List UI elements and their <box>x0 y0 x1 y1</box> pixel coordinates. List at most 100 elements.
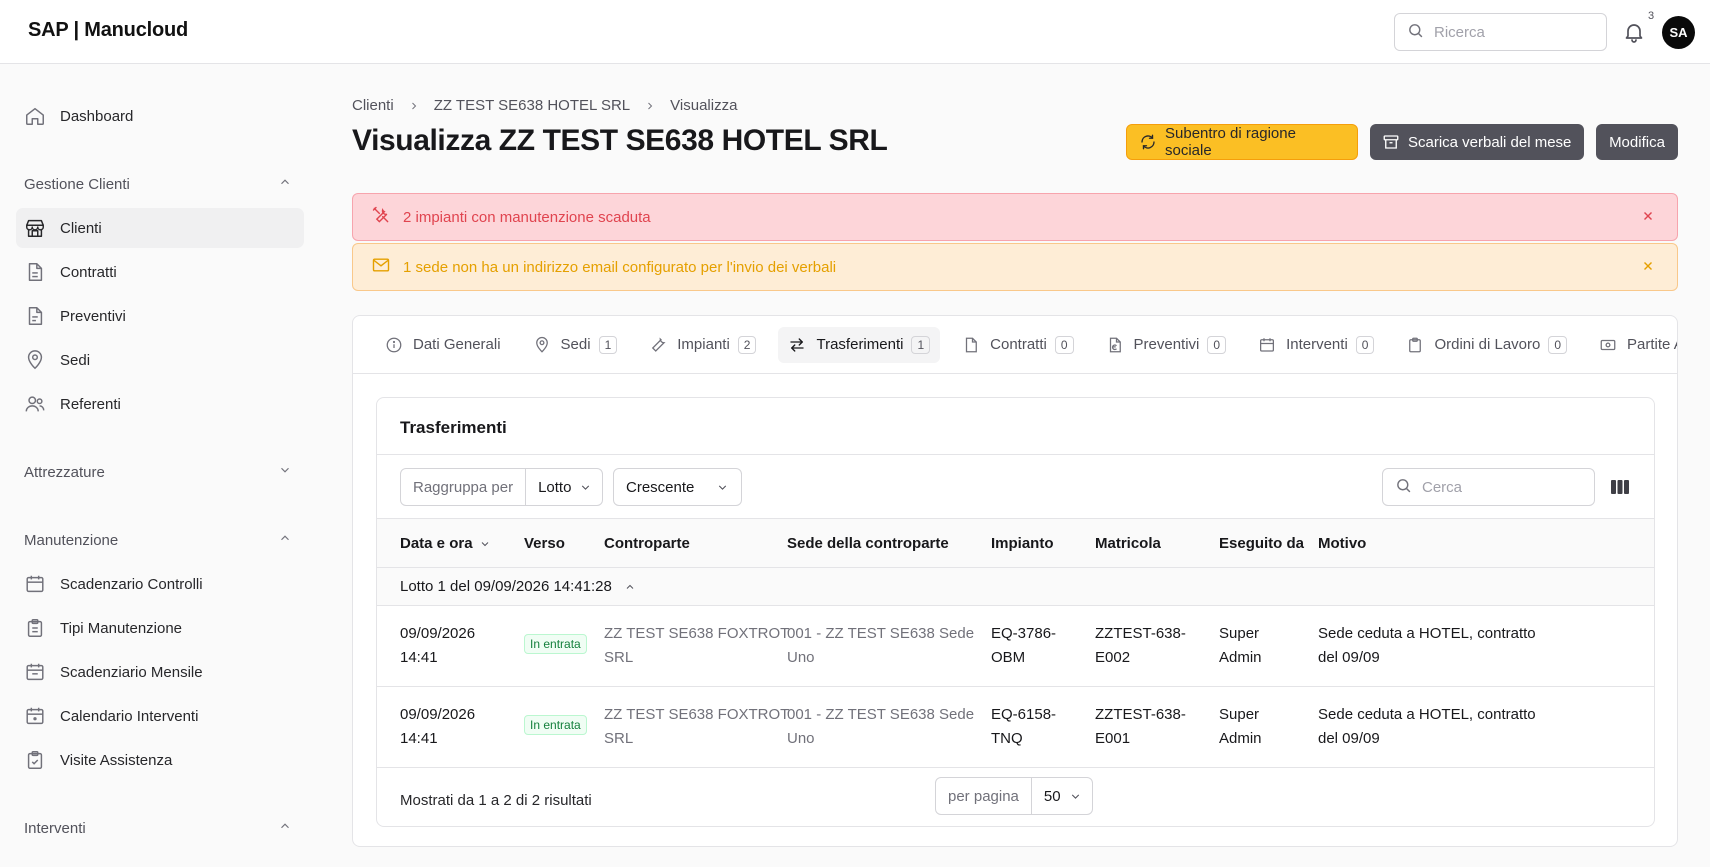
breadcrumb: Clienti ZZ TEST SE638 HOTEL SRL Visualiz… <box>352 97 737 114</box>
tab-preventivi[interactable]: Preventivi 0 <box>1096 327 1237 363</box>
chevron-down-icon <box>1069 790 1082 803</box>
tab-ordini-di-lavoro[interactable]: Ordini di Lavoro 0 <box>1396 327 1577 363</box>
sidebar-item-clienti[interactable]: Clienti <box>16 208 304 248</box>
sidebar-item-tipi-manutenzione[interactable]: Tipi Manutenzione <box>16 608 304 648</box>
group-by-value[interactable]: Lotto <box>526 479 602 496</box>
sidebar-item-scadenzario-controlli[interactable]: Scadenzario Controlli <box>16 564 304 604</box>
cell-matricola: ZZTEST-638- E001 <box>1095 706 1186 747</box>
chevron-up-icon <box>624 581 636 593</box>
sidebar-item-referenti[interactable]: Referenti <box>16 384 304 424</box>
column-header-matricola[interactable]: Matricola <box>1095 535 1161 552</box>
calendar-icon <box>1258 336 1276 354</box>
sort-direction-select[interactable]: Crescente <box>613 468 742 506</box>
column-header-impianto[interactable]: Impianto <box>991 535 1054 552</box>
banknote-icon <box>1599 336 1617 354</box>
scarica-verbali-button[interactable]: Scarica verbali del mese <box>1370 124 1584 160</box>
chevron-right-icon <box>644 100 656 112</box>
tab-dati-generali[interactable]: Dati Generali <box>375 327 511 363</box>
sidebar-item-label: Preventivi <box>60 307 126 325</box>
per-page-value[interactable]: 50 <box>1032 788 1092 805</box>
close-icon[interactable] <box>1641 259 1655 277</box>
arrows-swap-icon <box>788 336 806 354</box>
column-header-sede[interactable]: Sede della controparte <box>787 535 949 552</box>
search-icon <box>1395 477 1412 498</box>
sort-value: Crescente <box>626 478 695 496</box>
tab-label: Dati Generali <box>413 336 501 353</box>
document-icon <box>962 336 980 354</box>
sidebar-item-calendario-interventi[interactable]: Calendario Interventi <box>16 696 304 736</box>
group-by-select[interactable]: Raggruppa per Lotto <box>400 468 604 506</box>
page-title: Visualizza ZZ TEST SE638 HOTEL SRL <box>352 124 888 157</box>
cell-impianto: EQ-6158- TNQ <box>991 706 1057 747</box>
column-header-eseguito[interactable]: Eseguito da <box>1219 535 1304 552</box>
sidebar-item-contratti[interactable]: Contratti <box>16 252 304 292</box>
refresh-icon <box>1139 133 1157 151</box>
table-row[interactable]: 09/09/2026 14:41 In entrata ZZ TEST SE638… <box>377 606 1654 687</box>
home-icon <box>24 105 46 127</box>
column-header-motivo[interactable]: Motivo <box>1318 535 1366 552</box>
breadcrumb-clienti[interactable]: Clienti <box>352 97 394 114</box>
sidebar-item-preventivi[interactable]: Preventivi <box>16 296 304 336</box>
sidebar-item-visite-assistenza[interactable]: Visite Assistenza <box>16 740 304 780</box>
chevron-up-icon <box>278 819 292 837</box>
sidebar-item-label: Visite Assistenza <box>60 751 173 769</box>
tab-count: 0 <box>1054 335 1074 354</box>
cell-motivo: Sede ceduta a HOTEL, contratto del 09/09 <box>1318 706 1536 747</box>
sidebar-item-dashboard[interactable]: Dashboard <box>16 96 304 136</box>
map-pin-icon <box>533 336 551 354</box>
column-header-data[interactable]: Data e ora <box>400 535 491 552</box>
table-row[interactable]: 09/09/2026 14:41 In entrata ZZ TEST SE638… <box>377 687 1654 768</box>
email-alert-text: 1 sede non ha un indirizzo email configu… <box>403 258 837 276</box>
tab-partite-aperte[interactable]: Partite Aper <box>1589 327 1677 363</box>
document-icon <box>24 305 46 327</box>
search-icon <box>1407 22 1424 43</box>
sidebar-item-sedi[interactable]: Sedi <box>16 340 304 380</box>
columns-icon[interactable] <box>1610 478 1630 500</box>
sidebar: Dashboard Gestione Clienti Clienti Contr… <box>0 64 322 867</box>
section-label: Gestione Clienti <box>24 175 130 193</box>
email-alert: 1 sede non ha un indirizzo email configu… <box>352 243 1678 291</box>
tab-count: 2 <box>737 335 757 354</box>
section-attrezzature[interactable]: Attrezzature <box>24 460 292 484</box>
transfers-title: Trasferimenti <box>400 418 507 437</box>
transfers-search-input[interactable] <box>1422 478 1572 496</box>
tab-impianti[interactable]: Impianti 2 <box>639 327 766 363</box>
global-search-input[interactable] <box>1434 23 1584 41</box>
global-search[interactable] <box>1394 13 1607 51</box>
top-bar: SAP | Manucloud 3 SA <box>0 0 1710 64</box>
document-icon <box>24 261 46 283</box>
chevron-up-icon <box>278 531 292 549</box>
close-icon[interactable] <box>1641 209 1655 227</box>
users-icon <box>24 393 46 415</box>
section-gestione-clienti[interactable]: Gestione Clienti <box>24 172 292 196</box>
modifica-button[interactable]: Modifica <box>1596 124 1678 160</box>
tab-trasferimenti[interactable]: Trasferimenti 1 <box>778 326 941 363</box>
tab-label: Ordini di Lavoro <box>1434 336 1541 353</box>
tab-contratti[interactable]: Contratti 0 <box>952 327 1083 363</box>
transfers-search[interactable] <box>1382 468 1595 506</box>
subentro-button[interactable]: Subentro di ragione sociale <box>1126 124 1358 160</box>
column-header-verso[interactable]: Verso <box>524 535 565 552</box>
app-logo[interactable]: SAP | Manucloud <box>28 19 188 42</box>
group-row[interactable]: Lotto 1 del 09/09/2026 14:41:28 <box>377 568 1654 606</box>
section-interventi[interactable]: Interventi <box>24 816 292 840</box>
breadcrumb-cliente[interactable]: ZZ TEST SE638 HOTEL SRL <box>434 97 630 114</box>
column-header-controparte[interactable]: Controparte <box>604 535 690 552</box>
cell-impianto: EQ-3786- OBM <box>991 625 1057 666</box>
sidebar-item-label: Sedi <box>60 351 91 369</box>
sidebar-item-scadenziario-mensile[interactable]: Scadenziario Mensile <box>16 652 304 692</box>
bell-icon[interactable] <box>1622 20 1646 44</box>
user-avatar[interactable]: SA <box>1662 16 1695 49</box>
table-header: Data e ora Verso Controparte Sede della … <box>377 518 1654 568</box>
per-page-select[interactable]: per pagina 50 <box>935 777 1093 815</box>
section-manutenzione[interactable]: Manutenzione <box>24 528 292 552</box>
tab-sedi[interactable]: Sedi 1 <box>523 327 628 363</box>
cell-datetime: 09/09/2026 14:41 <box>400 706 476 747</box>
tab-count: 0 <box>1548 335 1568 354</box>
cell-controparte: ZZ TEST SE638 FOXTROT SRL <box>604 706 790 747</box>
tab-interventi[interactable]: Interventi 0 <box>1248 327 1384 363</box>
notification-count: 3 <box>1648 10 1655 22</box>
cell-sede: 001 - ZZ TEST SE638 Sede Uno <box>787 625 975 666</box>
tab-bar: Dati Generali Sedi 1 Impianti 2 Trasferi… <box>353 316 1677 374</box>
tab-label: Preventivi <box>1133 336 1200 353</box>
